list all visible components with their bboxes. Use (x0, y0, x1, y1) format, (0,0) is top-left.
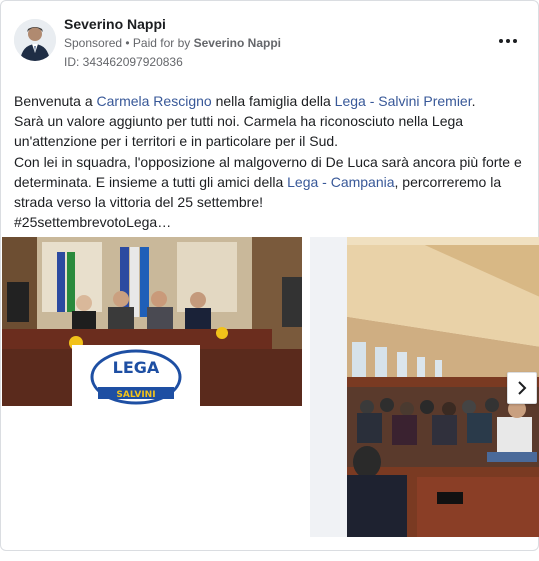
banner-salvini-text: SALVINI (116, 390, 155, 400)
text-line-3: un'attenzione per i territori e in parti… (14, 133, 339, 150)
paid-for-prefix: Paid for by (132, 36, 194, 50)
text-line-4: Con lei in squadra, l'opposizione al mal… (14, 153, 522, 170)
ad-card: Severino Nappi Sponsored • Paid for by S… (0, 0, 539, 551)
press-conference-photo[interactable]: LEGA SALVINI (2, 237, 302, 406)
text-segment: , percorreremo la (394, 173, 502, 190)
avatar[interactable] (14, 19, 56, 61)
media-carousel: LEGA SALVINI (1, 237, 539, 537)
mention-link-lega-campania[interactable]: Lega - Campania (287, 174, 394, 190)
post-text: Benvenuta a Carmela Rescigno nella famig… (14, 91, 526, 232)
chevron-right-icon (518, 381, 527, 395)
carousel-next-button[interactable] (507, 372, 537, 404)
text-segment: . (471, 93, 476, 109)
text-segment: Benvenuta a (14, 93, 97, 109)
mention-link-lega-salvini[interactable]: Lega - Salvini Premier (335, 93, 472, 109)
mention-link-carmela[interactable]: Carmela Rescigno (97, 93, 212, 109)
sponsored-line: Sponsored • Paid for by Severino Nappi (64, 36, 281, 50)
author-name[interactable]: Severino Nappi (64, 16, 166, 32)
sponsored-label: Sponsored (64, 36, 123, 50)
more-dot (513, 39, 517, 43)
banner-logo-text: LEGA (113, 358, 160, 377)
text-line-1: Benvenuta a Carmela Rescigno nella famig… (14, 91, 526, 111)
paid-for-name: Severino Nappi (193, 36, 281, 50)
more-dot (499, 39, 503, 43)
text-segment: determinata. E insieme a tutti gli amici… (14, 173, 288, 190)
carousel-gap (310, 237, 347, 537)
card-bottom-spacer (0, 551, 539, 561)
ad-id: ID: 343462097920836 (64, 55, 183, 69)
more-options-button[interactable] (494, 29, 522, 53)
text-line-5: determinata. E insieme a tutti gli amici… (14, 172, 526, 192)
text-line-7: #25settembrevotoLega… (14, 214, 172, 231)
more-dot (506, 39, 510, 43)
text-segment: nella famiglia della (211, 93, 335, 109)
text-line-2: Sarà un valore aggiunto per tutti noi. C… (14, 113, 464, 130)
separator-dot: • (122, 36, 133, 50)
text-line-6: strada verso la vittoria del 25 settembr… (14, 194, 264, 211)
